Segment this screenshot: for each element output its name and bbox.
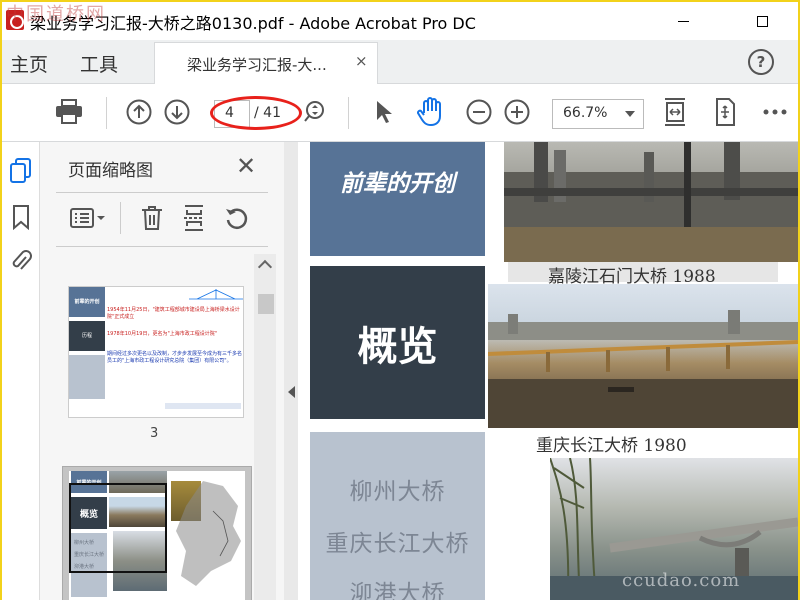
separator <box>120 202 121 234</box>
thumb-label: 前辈的开创 <box>74 299 100 305</box>
zoom-drag-icon[interactable] <box>300 97 330 127</box>
scroll-thumb[interactable] <box>258 294 274 314</box>
help-button[interactable]: ? <box>748 49 774 75</box>
page-thumbnails-icon[interactable] <box>8 156 34 186</box>
bridge-photo-chongqing <box>488 284 798 428</box>
thumb-block: 前辈的开创 <box>69 287 105 317</box>
bookmark-icon[interactable] <box>8 202 34 232</box>
minimize-icon <box>677 20 689 22</box>
rotate-page-icon[interactable] <box>224 205 250 235</box>
overview-title: 概览 <box>357 323 438 370</box>
maximize-icon <box>756 15 768 27</box>
collapse-panel-icon[interactable] <box>288 386 295 398</box>
select-pointer-icon[interactable] <box>368 97 398 127</box>
bridge-photo-drawing <box>488 310 798 428</box>
thumbnail-scrollbar[interactable] <box>254 254 276 600</box>
next-page-icon[interactable] <box>162 97 192 127</box>
thumb-text-line: 1954年11月25日，"建筑工程部城市建设局上海桥梁水设计院"正式成立 <box>107 307 240 320</box>
bridge-list-item: 柳州大桥 <box>349 479 446 505</box>
scroll-up-icon[interactable] <box>257 259 273 275</box>
bridge-list-block: 柳州大桥 重庆长江大桥 泖港大桥 <box>310 432 485 600</box>
page-thumbnail-4[interactable]: 前辈的开创 概览 柳州大桥 重庆长江大桥 泖港大桥 <box>62 466 252 600</box>
print-icon[interactable] <box>54 97 84 127</box>
thumb-block <box>69 355 105 399</box>
separator <box>348 97 349 129</box>
document-view[interactable]: 前辈的开创 概览 柳州大桥 重庆长江大桥 泖港大桥 嘉陵江石门大桥 1988 重… <box>298 142 798 600</box>
navigation-rail <box>2 142 40 600</box>
divider <box>56 246 268 247</box>
minimize-button[interactable] <box>660 2 706 40</box>
thumb-text-line: 1978年10月19日，更名为"上海市政工程设计院" <box>107 331 218 337</box>
thumbnail-toolbar <box>68 202 278 234</box>
document-tab[interactable]: 梁业务学习汇报-大... × <box>154 42 378 84</box>
viewport-selection[interactable] <box>69 483 167 573</box>
close-panel-button[interactable]: ✕ <box>236 152 256 180</box>
site-watermark: 中国道桥网 <box>6 4 106 25</box>
divider <box>56 192 268 193</box>
bridge-photo-shimen <box>504 142 798 262</box>
more-options-icon[interactable] <box>760 97 790 127</box>
bridge-list-item: 泖港大桥 <box>349 581 446 600</box>
options-menu-icon[interactable] <box>70 206 106 234</box>
bridge-list-item: 重庆长江大桥 <box>325 531 470 557</box>
thumbnail-page-number: 3 <box>150 426 159 441</box>
chevron-down-icon <box>625 111 635 117</box>
panel-splitter[interactable] <box>284 142 298 600</box>
zoom-out-icon[interactable] <box>464 97 494 127</box>
toolbar: 4 / 41 66.7% <box>2 84 798 142</box>
annotation-circle <box>210 96 302 130</box>
photo-caption: 重庆长江大桥 1980 <box>536 436 687 456</box>
thumb-text-line: 期间经过多次更名以及改制，才步步发展至今成为有三千多名员工的"上海市政工程设计研… <box>107 351 243 364</box>
zoom-dropdown[interactable]: 66.7% <box>552 99 644 129</box>
maximize-button[interactable] <box>739 2 785 40</box>
close-tab-button[interactable]: × <box>355 52 368 70</box>
menu-bar: 主页 工具 梁业务学习汇报-大... × ? <box>2 40 798 84</box>
thumb-footer <box>165 403 241 409</box>
thumb-map <box>176 481 241 586</box>
page-thumbnail-3[interactable]: 前辈的开创 历程 1954年11月25日，"建筑工程部城市建设局上海桥梁水设计院… <box>68 286 244 418</box>
site-watermark: ccudao.com <box>622 570 741 591</box>
title-bar: 梁业务学习汇报-大桥之路0130.pdf - Adobe Acrobat Pro… <box>2 2 798 40</box>
section-title-block: 前辈的开创 <box>310 142 485 256</box>
section-title: 前辈的开创 <box>340 170 455 197</box>
thumb-label: 历程 <box>81 333 92 339</box>
menu-home[interactable]: 主页 <box>10 50 48 77</box>
document-tab-label: 梁业务学习汇报-大... <box>187 56 327 74</box>
panel-title: 页面缩略图 <box>68 161 153 181</box>
zoom-in-icon[interactable] <box>502 97 532 127</box>
thumb-bridge-sketch <box>189 289 243 300</box>
bridge-photo-drawing <box>504 142 798 262</box>
thumb-block: 历程 <box>69 321 105 351</box>
fit-width-icon[interactable] <box>660 97 690 127</box>
separator <box>106 97 107 129</box>
hand-tool-icon[interactable] <box>416 97 446 127</box>
previous-page-icon[interactable] <box>124 97 154 127</box>
menu-tools[interactable]: 工具 <box>80 50 118 77</box>
overview-block: 概览 <box>310 266 485 419</box>
delete-page-icon[interactable] <box>140 204 164 236</box>
attachment-icon[interactable] <box>8 246 34 276</box>
thumbnail-panel: 页面缩略图 ✕ 前辈的开创 历程 1954年11月25日，"建筑工程部城市建设局… <box>40 142 284 600</box>
extract-pages-icon[interactable] <box>182 204 206 236</box>
fit-page-icon[interactable] <box>710 97 740 127</box>
zoom-value: 66.7% <box>563 105 608 121</box>
